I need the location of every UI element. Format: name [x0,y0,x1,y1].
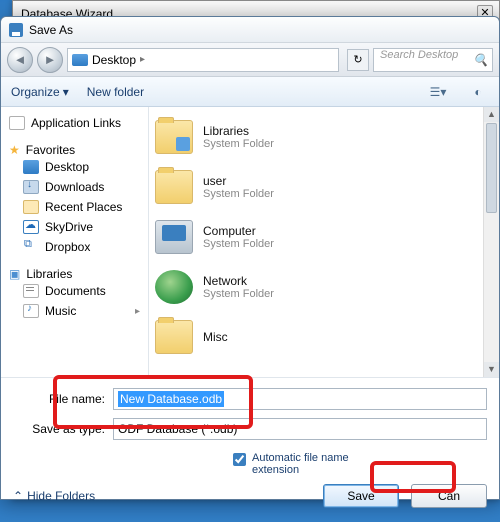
refresh-button[interactable]: ↻ [347,49,369,71]
search-placeholder: Search Desktop [380,49,458,61]
help-icon[interactable]: ◐ [467,82,489,102]
downloads-icon [23,180,39,194]
breadcrumb-location: Desktop [92,53,136,67]
list-item-name: Computer [203,224,274,238]
organize-menu[interactable]: Organize ▾ [11,85,69,99]
sidebar-item-recent-places[interactable]: Recent Places [9,197,140,217]
sidebar-favorites-header[interactable]: ★ Favorites [9,143,140,157]
list-item-subtitle: System Folder [203,238,274,250]
file-name-field[interactable]: New Database.odb [113,388,487,410]
dialog-title: Save As [29,23,73,37]
desktop-icon [23,160,39,174]
sidebar-item-desktop[interactable]: Desktop [9,157,140,177]
save-as-type-field[interactable]: ODF Database (*.odb) [113,418,487,440]
sidebar-libraries-header[interactable]: ▣ Libraries [9,267,140,281]
save-as-type-value: ODF Database (*.odb) [118,422,237,436]
list-item-subtitle: System Folder [203,188,274,200]
breadcrumb[interactable]: Desktop ▸ [67,48,339,72]
cancel-button[interactable]: Can [411,484,487,508]
refresh-icon: ↻ [353,53,362,66]
sidebar-item-app-links[interactable]: Application Links [9,113,140,133]
documents-icon [23,284,39,298]
sidebar-item-music[interactable]: Music▸ [9,301,140,321]
chevron-down-icon: ▾ [63,85,69,99]
view-mode-button[interactable]: ☰▾ [427,82,449,102]
chevron-right-icon: ▸ [135,306,140,317]
save-icon [9,23,23,37]
save-as-dialog: Save As ◄ ► Desktop ▸ ↻ Search Desktop 🔍… [0,16,500,500]
save-button[interactable]: Save [323,484,399,508]
folder-icon [155,320,193,354]
sidebar-item-dropbox[interactable]: Dropbox [9,237,140,257]
sidebar-item-downloads[interactable]: Downloads [9,177,140,197]
scroll-thumb[interactable] [486,123,497,213]
hide-folders-button[interactable]: ⌃ Hide Folders [13,489,95,503]
file-name-label: File name: [13,392,113,406]
music-icon [23,304,39,318]
list-item-subtitle: System Folder [203,138,274,150]
folder-icon [155,270,193,304]
body-area: Application Links ★ Favorites Desktop Do… [1,107,499,377]
new-folder-button[interactable]: New folder [87,85,144,99]
cloud-icon [23,220,39,234]
chevron-up-icon: ⌃ [13,489,23,503]
chevron-right-icon: ▸ [140,54,145,65]
libraries-icon: ▣ [9,267,20,281]
scrollbar[interactable]: ▲ ▼ [483,107,499,377]
list-item[interactable]: userSystem Folder [155,165,493,209]
form-area: File name: New Database.odb Save as type… [1,377,499,450]
sidebar-item-documents[interactable]: Documents [9,281,140,301]
file-name-value: New Database.odb [118,391,224,407]
search-icon: 🔍 [473,53,488,67]
desktop-icon [72,54,88,66]
auto-extension-checkbox[interactable]: Automatic file name extension [221,450,499,484]
folder-icon [155,120,193,154]
folder-icon [155,220,193,254]
folder-icon [155,170,193,204]
list-item-name: Network [203,274,274,288]
sidebar-item-skydrive[interactable]: SkyDrive [9,217,140,237]
list-item-name: user [203,174,274,188]
sidebar: Application Links ★ Favorites Desktop Do… [1,107,149,377]
button-bar: ⌃ Hide Folders Save Can [1,484,499,522]
back-button[interactable]: ◄ [7,47,33,73]
links-icon [9,116,25,130]
dropbox-icon [23,240,39,254]
file-list: LibrariesSystem FolderuserSystem FolderC… [149,107,499,377]
list-item-subtitle: System Folder [203,288,274,300]
list-item[interactable]: ComputerSystem Folder [155,215,493,259]
search-input[interactable]: Search Desktop 🔍 [373,48,493,72]
scroll-down-icon[interactable]: ▼ [484,362,499,377]
list-item-name: Libraries [203,124,274,138]
list-item[interactable]: Misc [155,315,493,359]
nav-bar: ◄ ► Desktop ▸ ↻ Search Desktop 🔍 [1,43,499,77]
dialog-title-bar: Save As [1,17,499,43]
forward-button[interactable]: ► [37,47,63,73]
toolbar: Organize ▾ New folder ☰▾ ◐ [1,77,499,107]
auto-extension-input[interactable] [233,453,246,466]
star-icon: ★ [9,143,20,157]
recent-icon [23,200,39,214]
list-item[interactable]: NetworkSystem Folder [155,265,493,309]
scroll-up-icon[interactable]: ▲ [484,107,499,122]
save-as-type-label: Save as type: [13,422,113,436]
list-item[interactable]: LibrariesSystem Folder [155,115,493,159]
list-item-name: Misc [203,330,228,344]
